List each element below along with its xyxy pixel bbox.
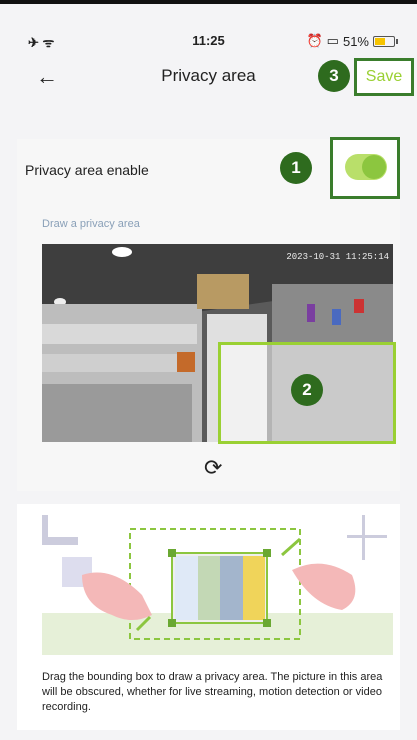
status-right: ⏰ ▭ 51% [306, 33, 398, 49]
screen-icon: ▭ [326, 33, 339, 48]
privacy-enable-label: Privacy area enable [25, 162, 149, 178]
draw-area-label: Draw a privacy area [42, 218, 140, 230]
alarm-icon: ⏰ [306, 33, 323, 48]
camera-timestamp: 2023-10-31 11:25:14 [286, 252, 389, 262]
status-bar: ✈ ᯤ 11:25 ⏰ ▭ 51% [0, 33, 417, 51]
privacy-enable-toggle[interactable] [345, 154, 387, 180]
refresh-icon[interactable]: ⟳ [204, 455, 222, 481]
battery-icon [373, 35, 398, 47]
tutorial-illustration [42, 515, 393, 655]
save-button[interactable]: Save [354, 58, 414, 96]
toggle-knob [362, 155, 386, 179]
step-badge-1: 1 [280, 152, 312, 184]
help-description: Drag the bounding box to draw a privacy … [42, 671, 383, 713]
illustration-drawing [42, 515, 393, 655]
step-badge-2: 2 [291, 374, 323, 406]
save-label: Save [365, 68, 403, 85]
step-badge-3: 3 [318, 60, 350, 92]
top-border [0, 0, 417, 4]
battery-percent: 51% [342, 33, 369, 49]
navigation-bar: ← Privacy area Save [0, 58, 417, 98]
